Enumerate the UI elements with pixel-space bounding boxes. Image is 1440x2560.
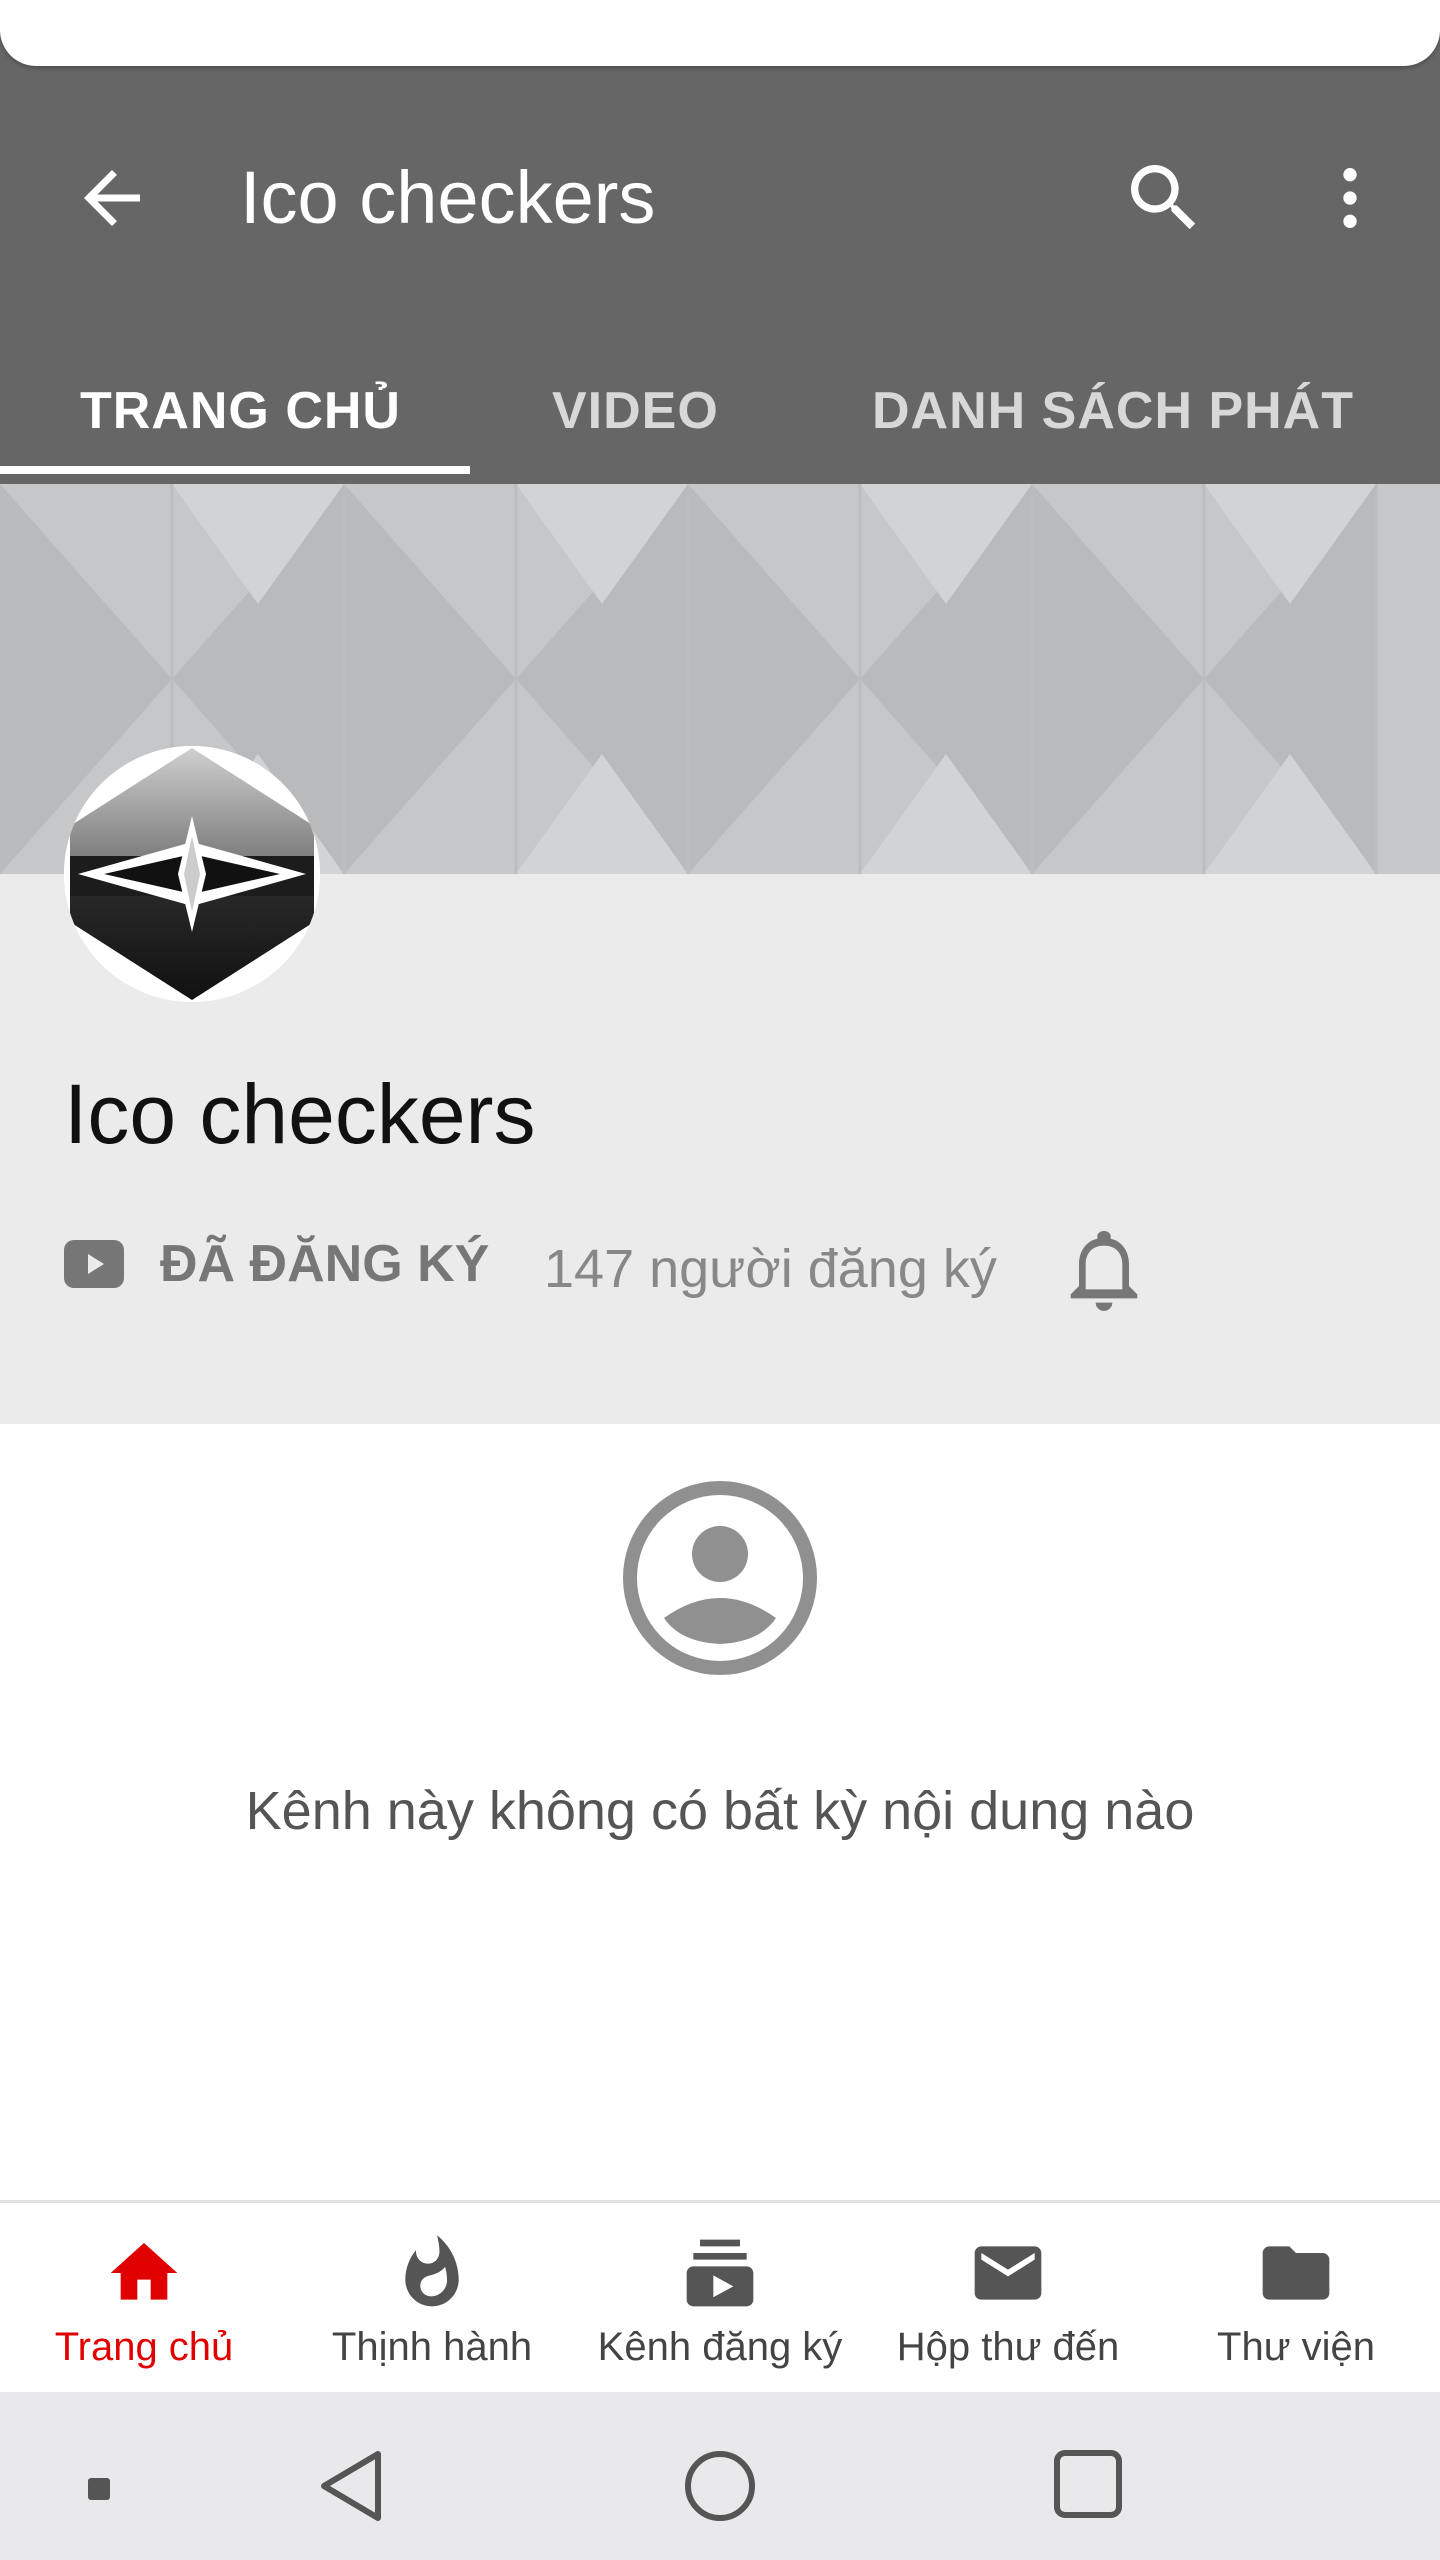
- active-tab-indicator: [0, 466, 470, 474]
- tab-video[interactable]: VIDEO: [552, 336, 719, 486]
- folder-icon: [1262, 2246, 1330, 2300]
- more-vertical-icon[interactable]: [1310, 154, 1390, 242]
- dot-indicator-icon[interactable]: [86, 2476, 112, 2502]
- arrow-left-icon[interactable]: [70, 156, 154, 240]
- empty-state-message: Kênh này không có bất kỳ nội dung nào: [245, 1781, 1195, 1841]
- subscribed-button[interactable]: ĐÃ ĐĂNG KÝ: [160, 1234, 489, 1294]
- subscriptions-icon: [686, 2239, 754, 2307]
- bell-icon[interactable]: [1064, 1226, 1144, 1316]
- page-title: Ico checkers: [240, 156, 656, 239]
- back-triangle-icon[interactable]: [316, 2446, 388, 2526]
- nav-label: Thịnh hành: [331, 2325, 533, 2369]
- home-circle-icon[interactable]: [682, 2448, 758, 2524]
- channel-avatar[interactable]: [64, 746, 320, 1002]
- account-circle-icon: [623, 1481, 817, 1675]
- home-icon: [110, 2243, 178, 2300]
- mail-icon: [974, 2246, 1042, 2300]
- nav-kenh-dang-ky[interactable]: Kênh đăng ký: [576, 2203, 864, 2393]
- nav-thu-vien[interactable]: Thư viện: [1152, 2203, 1440, 2393]
- recents-square-icon[interactable]: [1052, 2448, 1124, 2520]
- channel-tabs: TRANG CHỦ VIDEO DANH SÁCH PHÁT: [0, 336, 1440, 486]
- nav-trang-chu[interactable]: Trang chủ: [0, 2203, 288, 2393]
- flame-icon: [405, 2235, 459, 2307]
- notification-shade-edge: [0, 0, 1440, 66]
- subscription-row: ĐÃ ĐĂNG KÝ 147 người đăng ký: [64, 1226, 1264, 1311]
- youtube-play-icon: [64, 1240, 124, 1288]
- nav-label: Thư viện: [1217, 2325, 1375, 2369]
- nav-label: Kênh đăng ký: [597, 2325, 843, 2369]
- bottom-navigation: Trang chủ Thịnh hành Kênh đăng ký Hộp th…: [0, 2200, 1440, 2390]
- tab-trang-chu[interactable]: TRANG CHỦ: [80, 336, 401, 486]
- channel-name: Ico checkers: [64, 1067, 536, 1161]
- nav-thinh-hanh[interactable]: Thịnh hành: [288, 2203, 576, 2393]
- nav-hop-thu-den[interactable]: Hộp thư đến: [864, 2203, 1152, 2393]
- search-icon[interactable]: [1120, 154, 1208, 242]
- channel-logo-icon: [64, 746, 320, 1002]
- nav-label: Trang chủ: [54, 2325, 234, 2369]
- tab-danh-sach-phat[interactable]: DANH SÁCH PHÁT: [872, 336, 1354, 486]
- nav-label: Hộp thư đến: [896, 2325, 1120, 2369]
- subscriber-count: 147 người đăng ký: [544, 1239, 997, 1299]
- system-navigation-bar: [0, 2392, 1440, 2560]
- app-bar: Ico checkers TRANG CHỦ VIDEO DANH SÁCH P…: [0, 96, 1440, 486]
- youtube-channel-page: Ico checkers TRANG CHỦ VIDEO DANH SÁCH P…: [0, 0, 1440, 2560]
